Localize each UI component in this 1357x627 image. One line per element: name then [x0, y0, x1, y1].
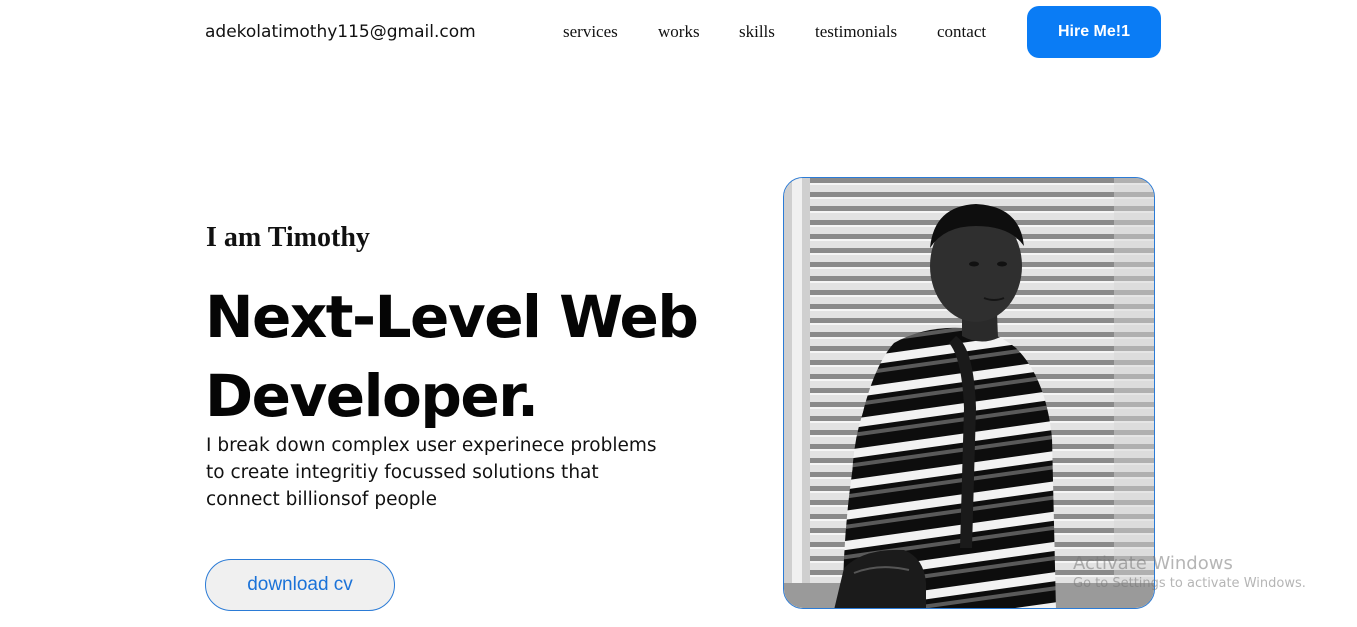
hero-description: I break down complex user experinece pro…: [206, 435, 657, 510]
nav-testimonials-link[interactable]: testimonials: [815, 22, 897, 42]
download-cv-button[interactable]: download cv: [205, 559, 395, 611]
nav-services-link[interactable]: services: [563, 22, 618, 42]
intro-heading: I am Timothy: [206, 222, 370, 253]
nav-contact-link[interactable]: contact: [937, 22, 986, 42]
profile-photo: [783, 177, 1155, 609]
portrait-photo-icon: [784, 178, 1154, 608]
portfolio-page: adekolatimothy115@gmail.com services wor…: [0, 0, 1357, 627]
nav-skills-link[interactable]: skills: [739, 22, 775, 42]
headline-line-2: Developer.: [205, 362, 539, 430]
contact-email: adekolatimothy115@gmail.com: [205, 22, 476, 42]
hero-headline: Next-Level Web Developer.: [205, 278, 725, 436]
hire-me-button[interactable]: Hire Me!1: [1027, 6, 1161, 58]
nav-works-link[interactable]: works: [658, 22, 700, 42]
headline-line-1: Next-Level Web: [205, 283, 699, 351]
